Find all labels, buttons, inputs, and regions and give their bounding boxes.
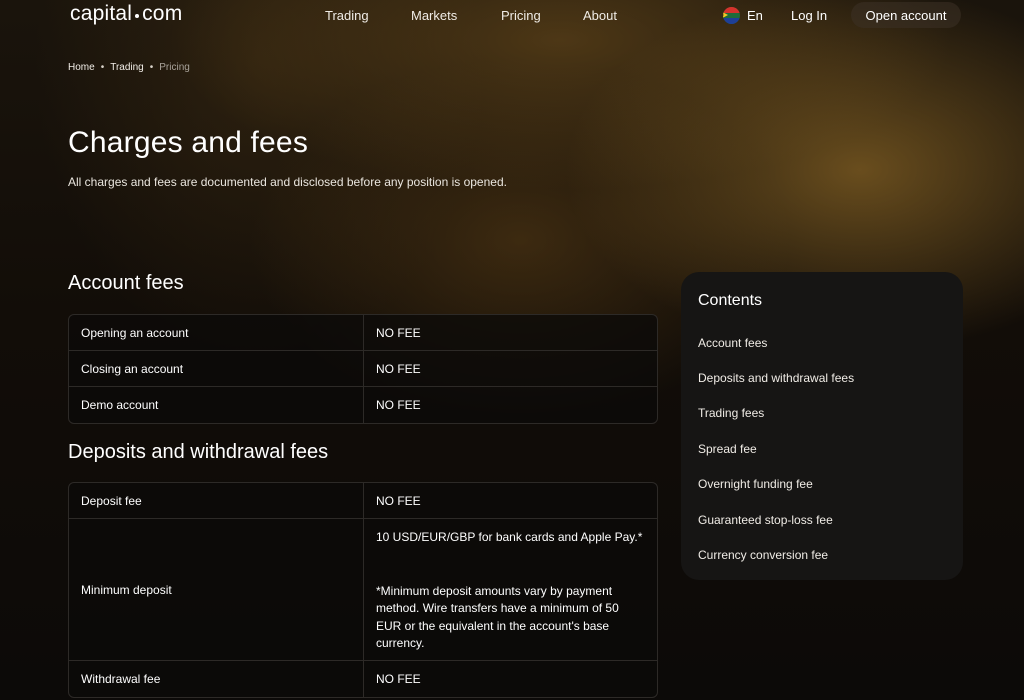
table-row: Deposit fee NO FEE [69, 483, 657, 519]
page-subtitle: All charges and fees are documented and … [68, 175, 507, 189]
login-link[interactable]: Log In [791, 8, 827, 23]
fee-value: 10 USD/EUR/GBP for bank cards and Apple … [364, 519, 657, 660]
fee-label: Closing an account [69, 351, 364, 386]
fee-label: Opening an account [69, 315, 364, 350]
deposits-withdrawal-fees-heading: Deposits and withdrawal fees [68, 441, 329, 463]
open-account-button[interactable]: Open account [851, 2, 961, 28]
fee-value: NO FEE [376, 325, 421, 340]
nav-markets[interactable]: Markets [411, 8, 457, 23]
fee-label: Withdrawal fee [69, 661, 364, 697]
fee-label: Minimum deposit [69, 519, 364, 660]
breadcrumb: Home • Trading • Pricing [68, 62, 190, 73]
contents-title: Contents [698, 292, 763, 309]
table-row: Withdrawal fee NO FEE [69, 661, 657, 697]
account-fees-table: Opening an account NO FEE Closing an acc… [68, 314, 658, 424]
logo-text-right: com [142, 2, 183, 25]
fee-value: NO FEE [376, 361, 421, 376]
fee-value: NO FEE [376, 398, 421, 412]
language-selector[interactable]: En [723, 7, 763, 24]
nav-about[interactable]: About [583, 8, 617, 23]
contents-link-account-fees[interactable]: Account fees [698, 336, 767, 350]
breadcrumb-trading[interactable]: Trading [110, 62, 144, 73]
nav-pricing[interactable]: Pricing [501, 8, 541, 23]
minimum-deposit-note: *Minimum deposit amounts vary by payment… [376, 583, 619, 651]
contents-link-trading-fees[interactable]: Trading fees [698, 406, 764, 420]
contents-link-spread-fee[interactable]: Spread fee [698, 442, 757, 456]
table-row: Demo account NO FEE [69, 387, 657, 423]
fee-label: Demo account [69, 387, 364, 423]
south-africa-flag-icon [723, 7, 740, 24]
logo-dot [135, 14, 140, 18]
table-row: Minimum deposit 10 USD/EUR/GBP for bank … [69, 519, 657, 661]
logo-text-left: capital [70, 2, 133, 25]
page-title: Charges and fees [68, 126, 309, 159]
language-label: En [747, 8, 763, 23]
contents-link-currency-conversion-fee[interactable]: Currency conversion fee [698, 548, 828, 562]
page: capital com Trading Markets Pricing About… [0, 0, 1024, 700]
breadcrumb-pricing: Pricing [159, 62, 190, 73]
table-row: Closing an account NO FEE [69, 351, 657, 387]
breadcrumb-separator: • [149, 62, 154, 73]
contents-panel: Contents Account fees Deposits and withd… [681, 272, 963, 580]
account-fees-heading: Account fees [68, 272, 184, 294]
capital-com-logo[interactable]: capital com [70, 2, 182, 26]
fee-value: NO FEE [376, 493, 421, 508]
breadcrumb-home[interactable]: Home [68, 62, 95, 73]
table-row: Opening an account NO FEE [69, 315, 657, 351]
deposits-withdrawal-fees-table: Deposit fee NO FEE Minimum deposit 10 US… [68, 482, 658, 698]
top-navigation: capital com Trading Markets Pricing About… [0, 0, 1024, 30]
contents-link-guaranteed-stop-loss-fee[interactable]: Guaranteed stop-loss fee [698, 513, 833, 527]
minimum-deposit-value: 10 USD/EUR/GBP for bank cards and Apple … [376, 530, 643, 544]
contents-link-overnight-funding-fee[interactable]: Overnight funding fee [698, 477, 813, 491]
nav-trading[interactable]: Trading [325, 8, 369, 23]
fee-label: Deposit fee [69, 483, 364, 518]
fee-value: NO FEE [376, 672, 421, 686]
contents-link-deposits-withdrawal-fees[interactable]: Deposits and withdrawal fees [698, 371, 854, 385]
breadcrumb-separator: • [100, 62, 105, 73]
